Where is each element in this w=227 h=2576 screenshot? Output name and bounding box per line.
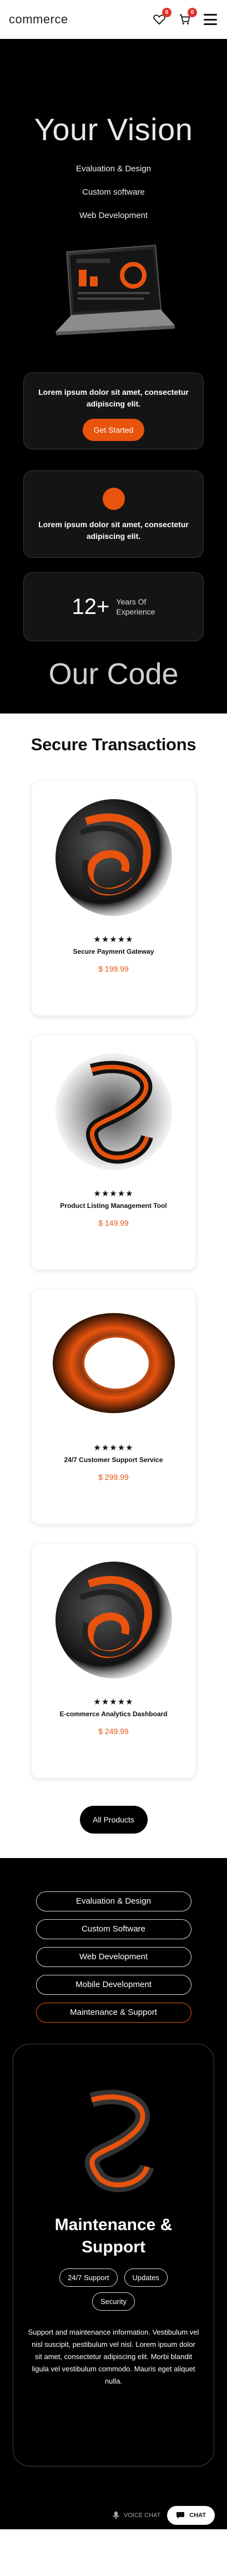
hero-section: Your Vision Evaluation & Design Custom s… (0, 39, 227, 714)
wishlist-button[interactable]: 0 (153, 8, 171, 26)
service-detail-title: Maintenance & Support (13, 2214, 214, 2258)
logo[interactable]: commerce (9, 12, 68, 27)
chat-bubble-icon (176, 2512, 185, 2519)
intro-card-text: Lorem ipsum dolor sit amet, consectetur … (38, 388, 189, 408)
service-image (84, 2089, 154, 2192)
voice-chat-button[interactable]: VOICE CHAT (113, 2511, 160, 2520)
rating-stars: ★★★★★ (93, 935, 134, 944)
product-name: 24/7 Customer Support Service (64, 1456, 163, 1464)
cart-button[interactable]: 0 (178, 8, 197, 26)
code-title: Our Code (48, 657, 179, 691)
secure-transactions-section: Secure Transactions ★★★★★ Secure Payment… (0, 714, 227, 1858)
service-item[interactable]: Custom software (0, 181, 227, 204)
get-started-button[interactable]: Get Started (82, 419, 145, 441)
years-label-line-1: Years Of (116, 597, 147, 606)
years-label-line-2: Experience (116, 607, 155, 616)
product-name: Product Listing Management Tool (60, 1202, 167, 1210)
service-tag: Security (92, 2292, 135, 2311)
all-products-button[interactable]: All Products (79, 1806, 148, 1834)
product-card[interactable]: ★★★★★ 24/7 Customer Support Service $ 29… (32, 1290, 195, 1524)
chat-widget: VOICE CHAT CHAT (113, 2506, 215, 2525)
rating-stars: ★★★★★ (93, 1443, 134, 1453)
feature-card: Lorem ipsum dolor sit amet, consectetur … (23, 470, 204, 558)
service-detail-title-line-2: Support (82, 2238, 145, 2256)
site-header: commerce 0 0 (0, 0, 227, 39)
years-label: Years Of Experience (116, 597, 155, 617)
hero-title: Your Vision (34, 112, 193, 147)
service-item[interactable]: Evaluation & Design (0, 157, 227, 181)
wishlist-count-badge: 0 (162, 8, 171, 17)
voice-chat-label: VOICE CHAT (123, 2512, 161, 2519)
product-price: $ 199.99 (98, 964, 129, 973)
service-tab[interactable]: Web Development (36, 1947, 191, 1967)
product-card[interactable]: ★★★★★ Product Listing Management Tool $ … (32, 1036, 195, 1270)
service-tags: 24/7 Support Updates Security (13, 2268, 214, 2311)
product-image (55, 1562, 172, 1678)
service-tab[interactable]: Evaluation & Design (36, 1891, 191, 1911)
product-price: $ 149.99 (98, 1218, 129, 1227)
product-card[interactable]: ★★★★★ Secure Payment Gateway $ 199.99 (32, 781, 195, 1015)
cart-count-badge: 0 (188, 8, 197, 17)
years-number: 12+ (72, 594, 110, 619)
service-tag: Updates (124, 2268, 168, 2287)
chat-button[interactable]: CHAT (167, 2506, 215, 2525)
service-detail-text: Support and maintenance information. Ves… (28, 2328, 199, 2385)
product-name: Secure Payment Gateway (73, 948, 154, 955)
service-detail-card: Maintenance & Support 24/7 Support Updat… (13, 2044, 214, 2466)
rating-stars: ★★★★★ (93, 1189, 134, 1198)
product-image (52, 1313, 175, 1413)
intro-card: Lorem ipsum dolor sit amet, consectetur … (23, 373, 204, 449)
chat-label: CHAT (189, 2512, 206, 2519)
product-image (55, 1053, 172, 1170)
service-tag: 24/7 Support (59, 2268, 118, 2287)
services-section: Evaluation & Design Custom Software Web … (0, 1858, 227, 2529)
header-icons: 0 0 (153, 8, 217, 26)
service-tab[interactable]: Custom Software (36, 1919, 191, 1939)
service-tab-active[interactable]: Maintenance & Support (36, 2003, 191, 2023)
microphone-icon (113, 2511, 119, 2519)
service-item[interactable]: Web Development (0, 204, 227, 227)
feature-card-text: Lorem ipsum dolor sit amet, consectetur … (38, 520, 189, 541)
experience-card: 12+ Years Of Experience (23, 572, 204, 641)
product-name: E-commerce Analytics Dashboard (59, 1710, 168, 1718)
hero-services-list: Evaluation & Design Custom software Web … (0, 157, 227, 227)
menu-icon[interactable] (204, 14, 217, 25)
orange-circle-icon (102, 488, 125, 510)
section-title: Secure Transactions (31, 735, 196, 754)
service-detail-title-line-1: Maintenance & (54, 2216, 173, 2234)
laptop-image (0, 242, 227, 339)
rating-stars: ★★★★★ (93, 1697, 134, 1707)
product-image (55, 799, 172, 916)
product-price: $ 249.99 (98, 1727, 129, 1736)
product-price: $ 299.99 (98, 1473, 129, 1482)
product-card[interactable]: ★★★★★ E-commerce Analytics Dashboard $ 2… (32, 1544, 195, 1778)
service-tab[interactable]: Mobile Development (36, 1975, 191, 1995)
